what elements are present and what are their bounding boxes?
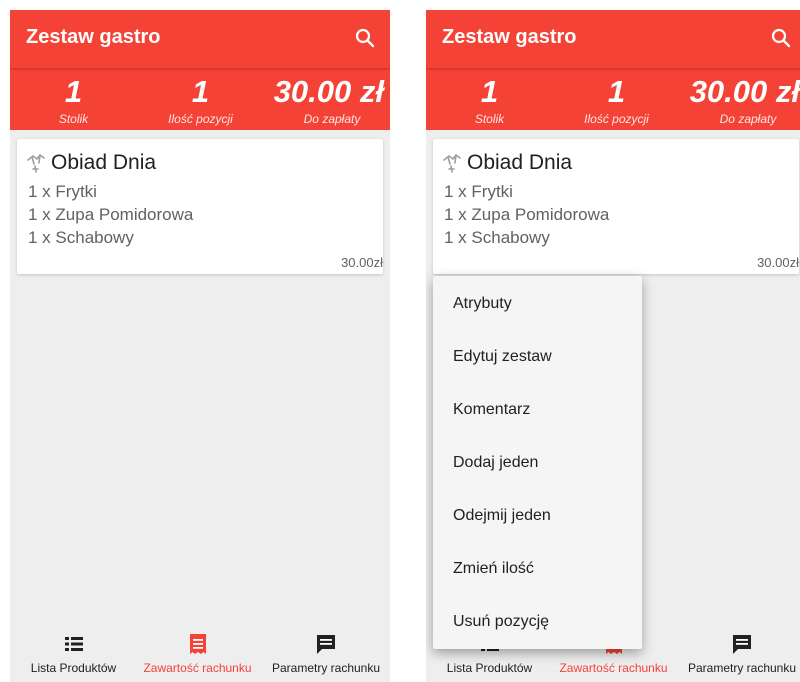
order-item-card[interactable]: Obiad Dnia 1 x Frytki 1 x Zupa Pomidorow…: [17, 139, 383, 274]
tab-bill-parameters[interactable]: Parametry rachunku: [260, 616, 390, 682]
amount-due: 30.00 zł: [689, 74, 800, 109]
menu-item-attributes[interactable]: Atrybuty: [433, 284, 642, 337]
table-stat: 1 Stolik: [426, 68, 553, 126]
table-number: 1: [480, 74, 499, 109]
amount-due-stat: 30.00 zł Do zapłaty: [680, 68, 800, 126]
app-screen-context-menu: Zestaw gastro 1 Stolik 1 Ilość pozycji 3…: [426, 10, 800, 682]
amount-due-stat: 30.00 zł Do zapłaty: [264, 68, 390, 126]
set-icon: [443, 153, 461, 173]
menu-item-remove-item[interactable]: Usuń pozycję: [433, 602, 642, 655]
app-screen-default: Zestaw gastro 1 Stolik 1 Ilość pozycji 3…: [10, 10, 390, 682]
app-bar: Zestaw gastro: [426, 10, 800, 68]
tab-label: Zawartość rachunku: [143, 661, 252, 675]
table-stat: 1 Stolik: [10, 68, 137, 126]
item-context-menu: Atrybuty Edytuj zestaw Komentarz Dodaj j…: [433, 276, 642, 649]
set-components: 1 x Frytki 1 x Zupa Pomidorowa 1 x Schab…: [28, 180, 193, 249]
items-count-stat: 1 Ilość pozycji: [553, 68, 680, 126]
items-count-label: Ilość pozycji: [168, 112, 233, 126]
comment-icon: [733, 635, 751, 654]
table-label: Stolik: [474, 112, 505, 126]
items-count: 1: [607, 74, 626, 109]
set-component: 1 x Frytki: [28, 182, 97, 201]
bottom-navigation: Lista Produktów Zawartość rachunku Param…: [10, 616, 390, 682]
amount-due: 30.00 zł: [273, 74, 384, 109]
set-components: 1 x Frytki 1 x Zupa Pomidorowa 1 x Schab…: [444, 180, 609, 249]
bill-summary: 1 Stolik 1 Ilość pozycji 30.00 zł Do zap…: [426, 68, 800, 130]
set-component: 1 x Schabowy: [28, 228, 134, 247]
list-icon: [64, 637, 83, 651]
app-title: Zestaw gastro: [26, 26, 161, 48]
bill-summary: 1 Stolik 1 Ilość pozycji 30.00 zł Do zap…: [10, 68, 390, 130]
tab-label: Lista Produktów: [30, 661, 117, 675]
amount-due-label: Do zapłaty: [719, 112, 777, 126]
set-icon: [27, 153, 45, 173]
search-button[interactable]: [769, 26, 793, 50]
comment-icon: [317, 635, 335, 654]
menu-item-add-one[interactable]: Dodaj jeden: [433, 443, 642, 496]
table-label: Stolik: [58, 112, 89, 126]
search-button[interactable]: [353, 26, 377, 50]
amount-due-label: Do zapłaty: [303, 112, 361, 126]
tab-bill-contents[interactable]: Zawartość rachunku: [134, 616, 261, 682]
order-item-card[interactable]: Obiad Dnia 1 x Frytki 1 x Zupa Pomidorow…: [433, 139, 799, 274]
tab-label: Zawartość rachunku: [559, 661, 668, 675]
set-component: 1 x Zupa Pomidorowa: [444, 205, 610, 224]
app-bar: Zestaw gastro: [10, 10, 390, 68]
order-item-title: Obiad Dnia: [51, 151, 157, 174]
tab-bill-parameters[interactable]: Parametry rachunku: [676, 616, 800, 682]
items-count-stat: 1 Ilość pozycji: [137, 68, 264, 126]
menu-item-subtract-one[interactable]: Odejmij jeden: [433, 496, 642, 549]
tab-label: Parametry rachunku: [687, 661, 797, 675]
table-number: 1: [64, 74, 83, 109]
set-component: 1 x Zupa Pomidorowa: [28, 205, 194, 224]
search-icon: [771, 28, 791, 48]
items-count: 1: [191, 74, 210, 109]
set-component: 1 x Frytki: [444, 182, 513, 201]
order-item-title: Obiad Dnia: [467, 151, 573, 174]
menu-item-edit-set[interactable]: Edytuj zestaw: [433, 337, 642, 390]
tab-label: Lista Produktów: [446, 661, 533, 675]
receipt-icon: [189, 634, 206, 654]
order-item-price: 30.00zł: [341, 255, 383, 270]
menu-item-change-quantity[interactable]: Zmień ilość: [433, 549, 642, 602]
search-icon: [355, 28, 375, 48]
tab-product-list[interactable]: Lista Produktów: [10, 616, 137, 682]
order-item-price: 30.00zł: [757, 255, 799, 270]
set-component: 1 x Schabowy: [444, 228, 550, 247]
app-title: Zestaw gastro: [442, 26, 577, 48]
menu-item-comment[interactable]: Komentarz: [433, 390, 642, 443]
items-count-label: Ilość pozycji: [584, 112, 649, 126]
tab-label: Parametry rachunku: [271, 661, 381, 675]
